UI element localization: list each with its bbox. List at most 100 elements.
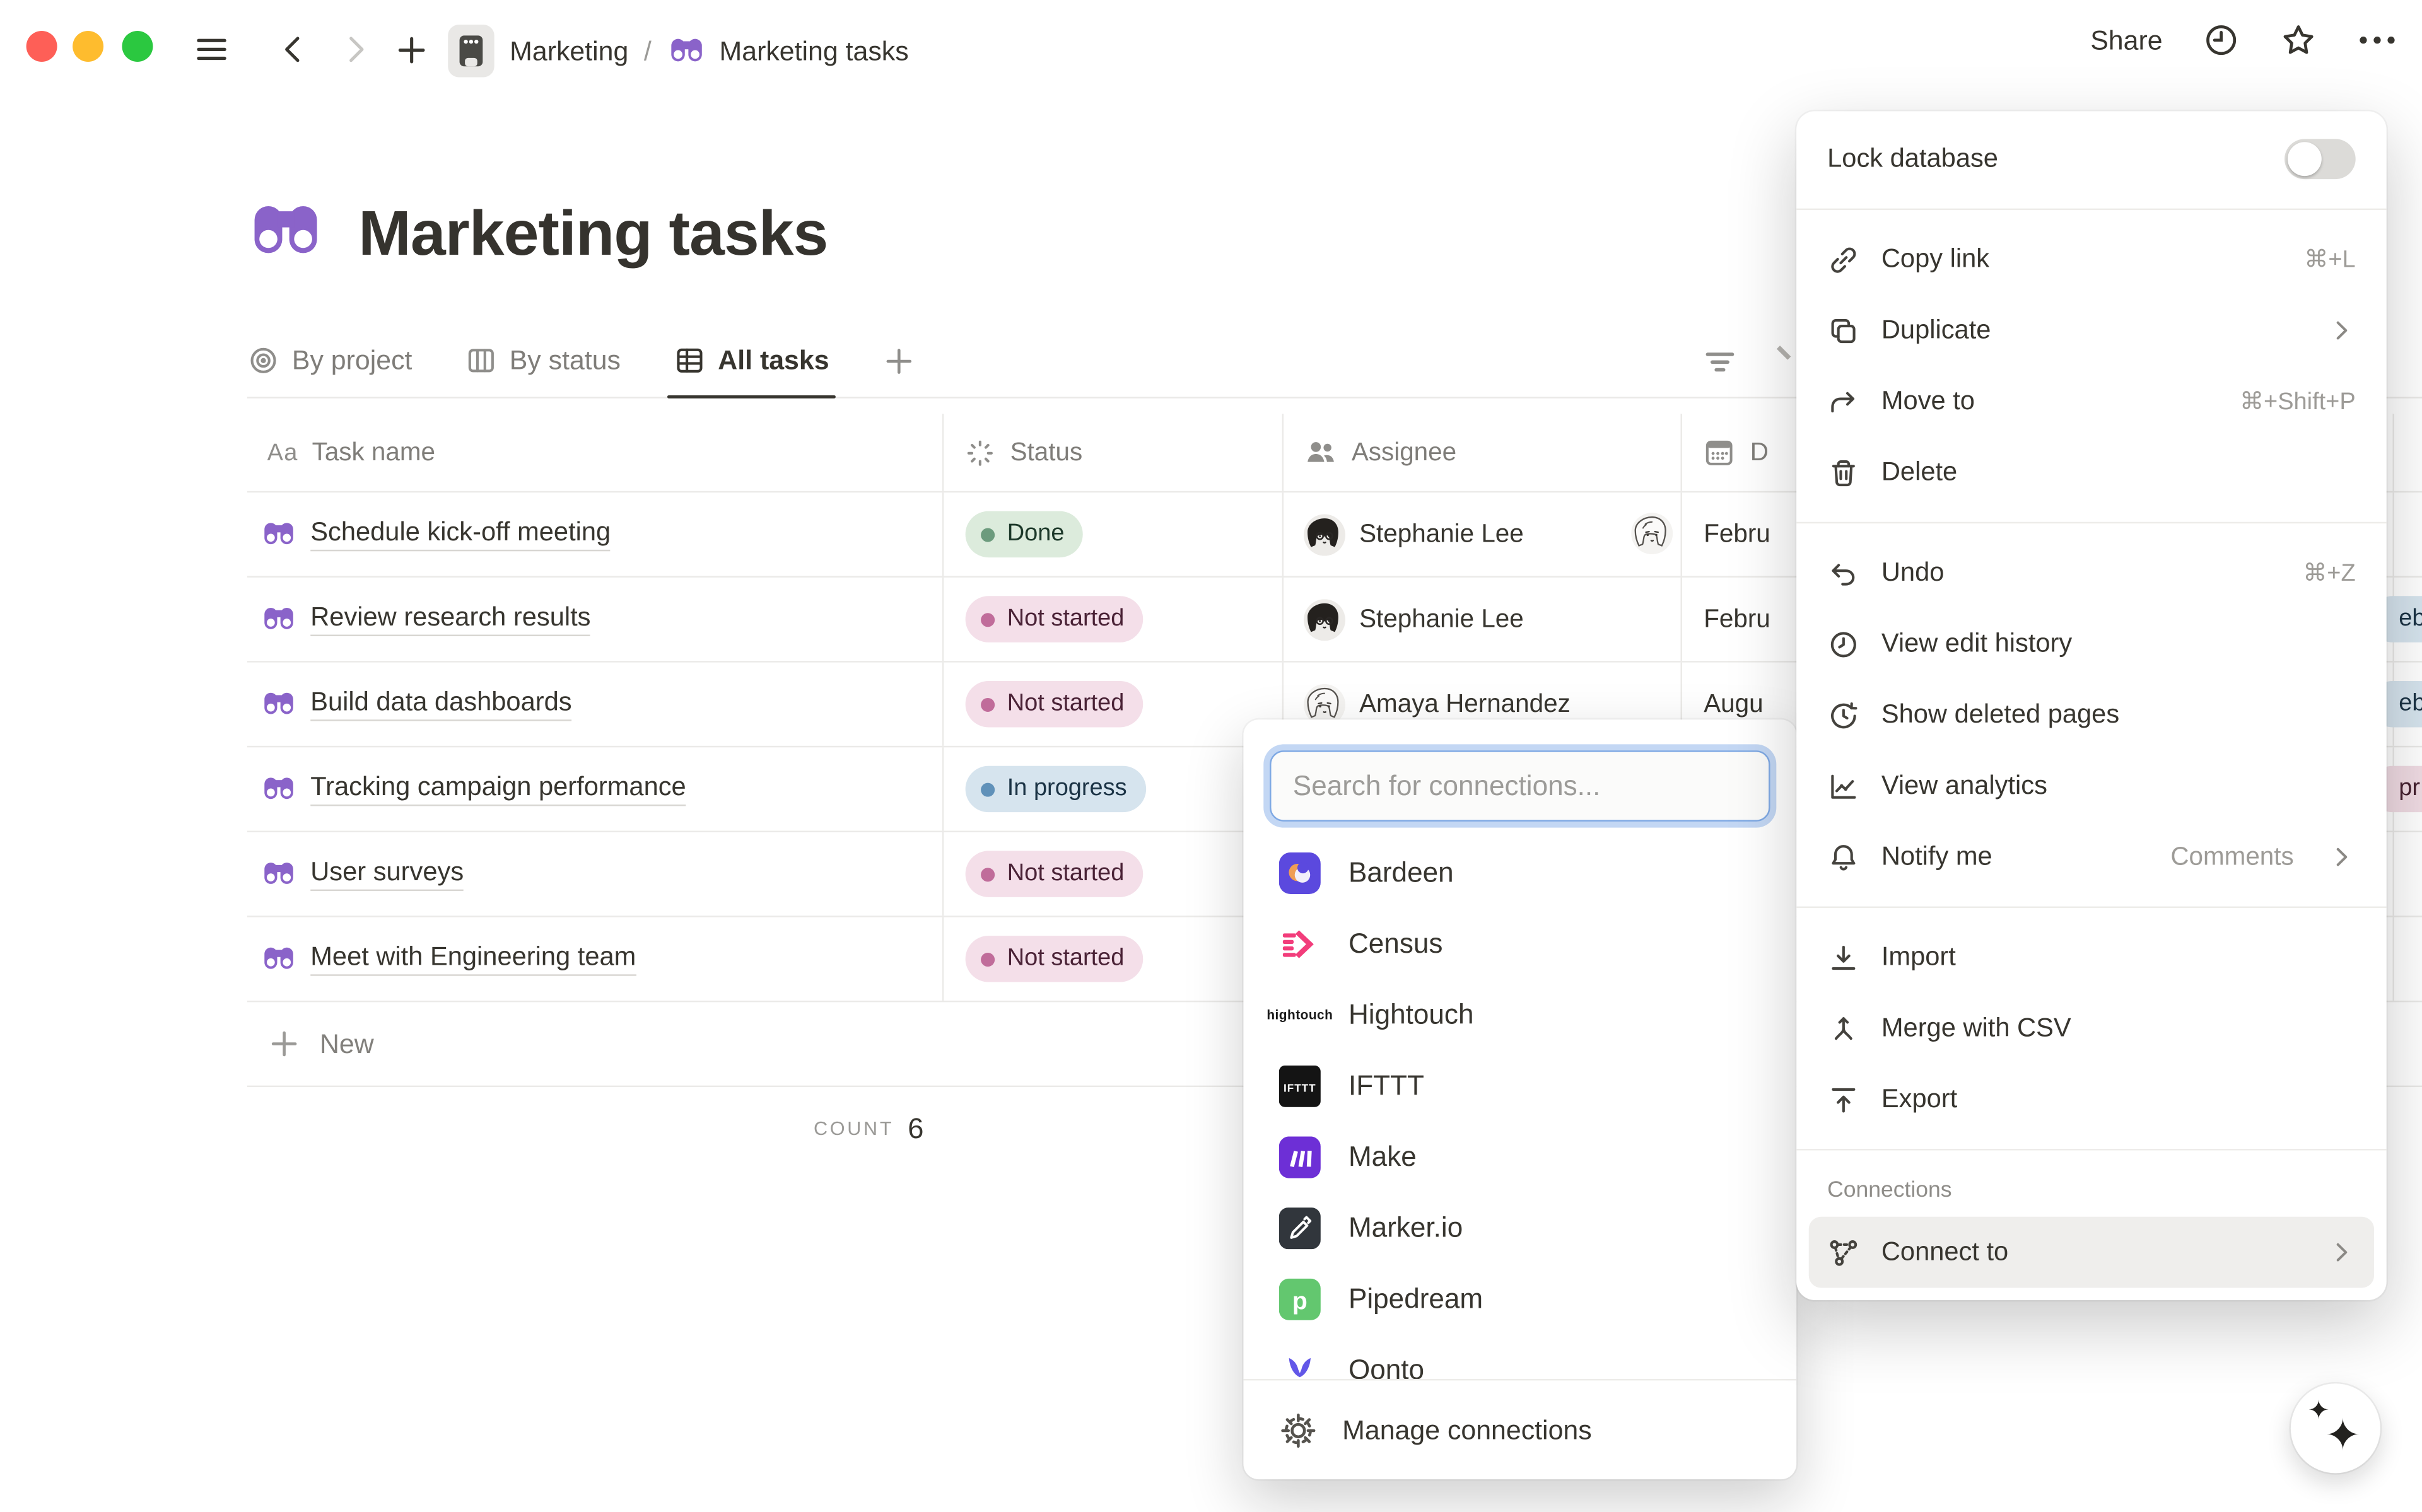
import-icon: [1827, 941, 1859, 974]
connection-item-make[interactable]: Make: [1243, 1121, 1796, 1192]
column-header-status[interactable]: Status: [944, 414, 1284, 491]
binoculars-icon: [667, 32, 705, 70]
menu-item-label: Notify me: [1881, 842, 2149, 873]
status-cell[interactable]: Done: [944, 492, 1284, 576]
ellipsis-icon[interactable]: [2357, 21, 2397, 59]
status-cell[interactable]: Not started: [944, 578, 1284, 661]
target-icon: [247, 344, 279, 376]
tab-by-status[interactable]: By status: [465, 324, 621, 397]
menu-item-view-edit-history[interactable]: View edit history: [1809, 608, 2374, 680]
status-cell[interactable]: In progress: [944, 747, 1284, 830]
binoculars-icon: [261, 602, 296, 637]
task-cell[interactable]: Schedule kick-off meeting: [247, 492, 944, 576]
assignee-cell[interactable]: Stephanie Lee: [1284, 578, 1682, 661]
chart-icon: [1827, 770, 1859, 802]
search-input[interactable]: [1270, 750, 1770, 822]
task-cell[interactable]: Tracking campaign performance: [247, 747, 944, 830]
breadcrumb-current[interactable]: Marketing tasks: [720, 35, 909, 67]
top-bar: Marketing / Marketing tasks Share: [0, 0, 2422, 111]
connection-item-marker-io[interactable]: Marker.io: [1243, 1192, 1796, 1264]
forward-icon[interactable]: [327, 21, 383, 77]
page-icon-binoculars[interactable]: [247, 195, 324, 272]
manage-connections-button[interactable]: Manage connections: [1243, 1380, 1796, 1479]
tags-cell[interactable]: eb: [2394, 663, 2422, 746]
menu-item-delete[interactable]: Delete: [1809, 437, 2374, 508]
column-header-task-name[interactable]: AaTask name: [247, 414, 944, 491]
undo-icon: [1827, 557, 1859, 589]
column-label: Ta: [2414, 438, 2422, 467]
add-view-button[interactable]: [882, 324, 916, 397]
status-cell[interactable]: Not started: [944, 663, 1284, 746]
connection-item-qonto[interactable]: Qonto: [1243, 1334, 1796, 1379]
menu-item-notify-me[interactable]: Notify me Comments: [1809, 822, 2374, 893]
count-cell[interactable]: COUNT 6: [247, 1087, 944, 1170]
status-dot: [981, 697, 995, 711]
connection-item-ifttt[interactable]: IFTTTIFTTT: [1243, 1050, 1796, 1121]
menu-item-duplicate[interactable]: Duplicate: [1809, 295, 2374, 366]
assignee-cell[interactable]: Stephanie Lee: [1284, 492, 1682, 576]
task-cell[interactable]: Build data dashboards: [247, 663, 944, 746]
ai-sparkle-button[interactable]: ✦ ✦: [2291, 1383, 2380, 1473]
share-button[interactable]: Share: [2090, 24, 2162, 56]
breadcrumb: Marketing / Marketing tasks: [448, 25, 908, 77]
calendar-icon: [1702, 436, 1736, 470]
menu-item-connect-to[interactable]: Connect to: [1809, 1217, 2374, 1288]
status-dot: [981, 867, 995, 881]
back-icon[interactable]: [266, 21, 321, 77]
lock-toggle[interactable]: [2285, 139, 2356, 179]
status-cell[interactable]: Not started: [944, 917, 1284, 1001]
menu-item-import[interactable]: Import: [1809, 922, 2374, 993]
menu-divider: [1796, 209, 2387, 210]
connection-item-hightouch[interactable]: hightouchHightouch: [1243, 979, 1796, 1050]
column-label: D: [1750, 438, 1769, 467]
star-icon[interactable]: [2280, 21, 2317, 59]
marketing-page-icon[interactable]: [448, 25, 494, 77]
breadcrumb-parent[interactable]: Marketing: [510, 35, 628, 67]
menu-item-copy-link[interactable]: Copy link⌘+L: [1809, 224, 2374, 295]
minimize-window-button[interactable]: [73, 31, 103, 62]
avatar: [1304, 683, 1345, 725]
column-label: Assignee: [1352, 438, 1456, 467]
tags-cell[interactable]: pr: [2394, 747, 2422, 830]
filter-lines-icon[interactable]: [1700, 343, 1739, 381]
tags-cell[interactable]: [2394, 492, 2422, 576]
connection-item-census[interactable]: Census: [1243, 908, 1796, 979]
menu-item-move-to[interactable]: Move to⌘+Shift+P: [1809, 366, 2374, 437]
close-window-button[interactable]: [26, 31, 57, 62]
tags-cell[interactable]: [2394, 917, 2422, 1001]
menu-item-view-analytics[interactable]: View analytics: [1809, 750, 2374, 822]
connection-label: Make: [1348, 1141, 1417, 1173]
menu-item-merge-with-csv[interactable]: Merge with CSV: [1809, 993, 2374, 1064]
qonto-icon: [1279, 1349, 1321, 1379]
tags-cell[interactable]: [2394, 832, 2422, 916]
menu-item-lock-database[interactable]: Lock database: [1809, 124, 2374, 195]
menu-item-undo[interactable]: Undo⌘+Z: [1809, 537, 2374, 608]
task-cell[interactable]: Review research results: [247, 578, 944, 661]
menu-item-right-label: Comments: [2170, 842, 2293, 872]
tab-by-project[interactable]: By project: [247, 324, 412, 397]
connection-item-bardeen[interactable]: Bardeen: [1243, 837, 1796, 908]
tags-cell[interactable]: eb: [2394, 578, 2422, 661]
connection-item-pipedream[interactable]: pPipedream: [1243, 1263, 1796, 1334]
date-value: Febru: [1704, 605, 1770, 634]
clock-icon[interactable]: [2203, 21, 2240, 59]
hamburger-menu-icon[interactable]: [184, 21, 239, 77]
zoom-window-button[interactable]: [122, 31, 153, 62]
task-cell[interactable]: User surveys: [247, 832, 944, 916]
export-icon: [1827, 1083, 1859, 1115]
menu-item-show-deleted-pages[interactable]: Show deleted pages: [1809, 680, 2374, 751]
menu-item-label: Undo: [1881, 557, 2281, 588]
menu-divider: [1796, 522, 2387, 523]
column-header-assignee[interactable]: Assignee: [1284, 414, 1682, 491]
column-header-ta[interactable]: Ta: [2394, 414, 2422, 491]
tab-all-tasks[interactable]: All tasks: [673, 324, 829, 397]
date-value: Febru: [1704, 520, 1770, 549]
status-dot: [981, 612, 995, 626]
page-title[interactable]: Marketing tasks: [358, 197, 828, 269]
new-page-icon[interactable]: [383, 21, 438, 77]
menu-item-export[interactable]: Export: [1809, 1064, 2374, 1135]
link-icon: [1827, 243, 1859, 276]
task-cell[interactable]: Meet with Engineering team: [247, 917, 944, 1001]
svg-text:IFTTT: IFTTT: [1284, 1081, 1316, 1093]
status-cell[interactable]: Not started: [944, 832, 1284, 916]
